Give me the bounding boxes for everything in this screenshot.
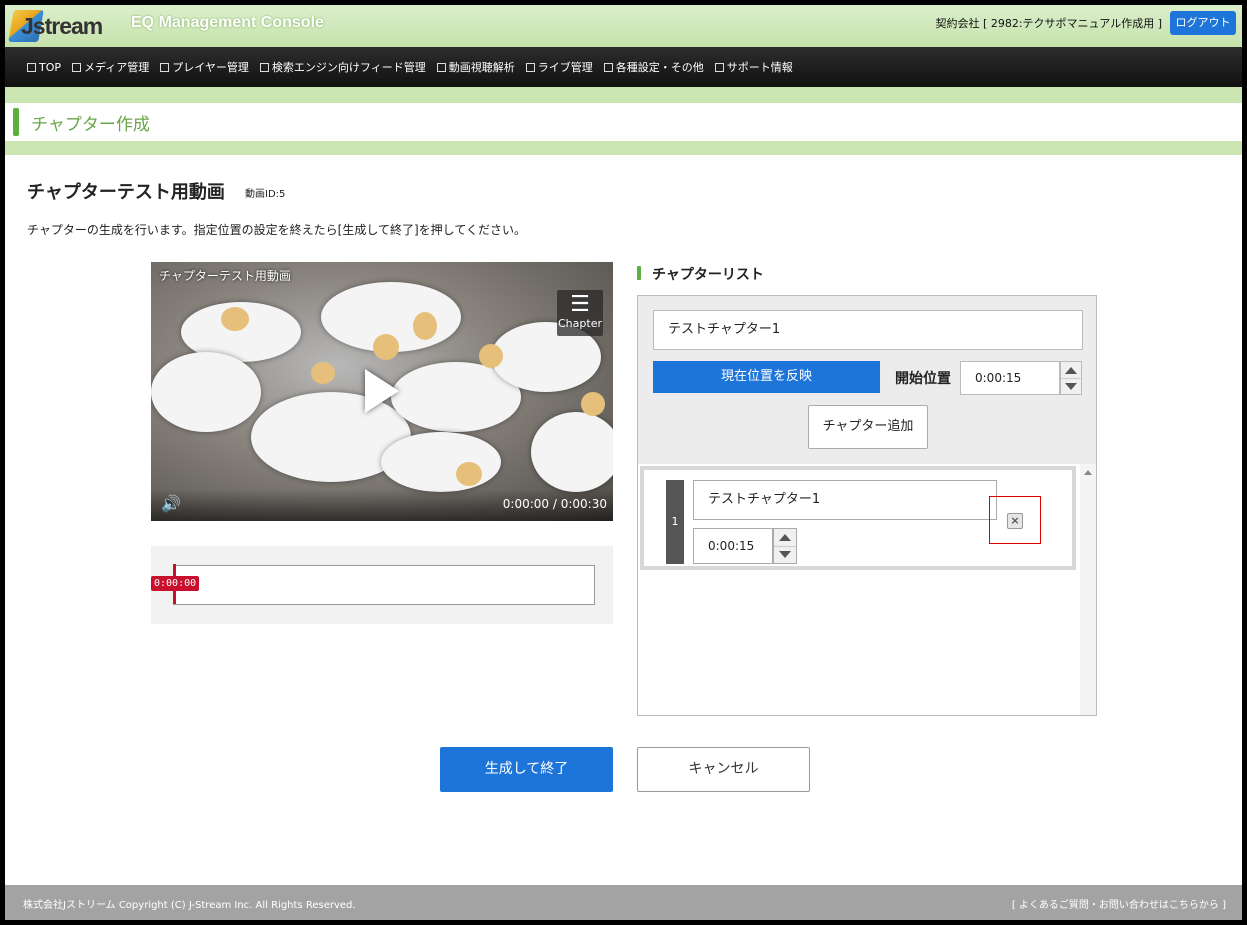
video-frame-shape xyxy=(311,362,335,384)
scroll-up-icon[interactable] xyxy=(1084,470,1092,475)
nav-item-label: メディア管理 xyxy=(84,61,150,74)
logout-button[interactable]: ログアウト xyxy=(1170,11,1236,35)
nav-check-icon xyxy=(714,62,724,72)
reflect-position-button[interactable]: 現在位置を反映 xyxy=(653,361,880,393)
nav-item-support[interactable]: サポート情報 xyxy=(714,59,793,75)
video-frame-shape xyxy=(479,344,503,368)
nav-check-icon xyxy=(525,62,535,72)
generate-and-finish-button[interactable]: 生成して終了 xyxy=(440,747,613,792)
chapter-row-time-input[interactable]: 0:00:15 xyxy=(693,528,773,564)
nav-check-icon xyxy=(259,62,269,72)
chapter-list-scrollbar[interactable] xyxy=(1080,464,1096,715)
app-window: Jstream EQ Management Console 契約会社 [ 298… xyxy=(5,5,1242,920)
nav-item-label: 検索エンジン向けフィード管理 xyxy=(271,61,426,74)
nav-check-icon xyxy=(160,62,170,72)
start-position-input[interactable]: 0:00:15 xyxy=(960,361,1060,395)
volume-icon[interactable]: 🔊 xyxy=(161,494,181,513)
header-divider xyxy=(5,87,1242,103)
play-icon[interactable] xyxy=(365,369,399,413)
increment-button[interactable] xyxy=(774,529,796,547)
chapter-name-input[interactable]: テストチャプター1 xyxy=(653,310,1083,350)
video-frame-shape xyxy=(581,392,605,416)
timeline-marker-label: 0:00:00 xyxy=(151,576,200,591)
chapter-rows-list: 1 テストチャプター1 0:00:15 × xyxy=(638,464,1080,715)
nav-item-label: TOP xyxy=(39,60,62,74)
subheader: チャプター作成 xyxy=(5,103,1242,141)
nav-check-icon xyxy=(436,62,446,72)
nav-item-player[interactable]: プレイヤー管理 xyxy=(160,59,249,75)
nav-item-analytics[interactable]: 動画視聴解析 xyxy=(436,59,515,75)
add-chapter-button[interactable]: チャプター追加 xyxy=(808,405,928,449)
arrow-up-icon xyxy=(779,534,791,541)
video-title: チャプターテスト用動画 xyxy=(159,269,291,283)
main-nav: TOP メディア管理 プレイヤー管理 検索エンジン向けフィード管理 動画視聴解析… xyxy=(5,47,1242,87)
chapter-list-panel: テストチャプター1 現在位置を反映 開始位置 0:00:15 チャプター追加 1… xyxy=(637,295,1097,716)
subheader-accent xyxy=(13,108,19,136)
nav-item-label: プレイヤー管理 xyxy=(172,61,249,74)
nav-item-label: 各種設定・その他 xyxy=(615,61,704,74)
nav-item-label: ライブ管理 xyxy=(537,61,593,74)
company-label: 契約会社 [ 2982:テクサポマニュアル作成用 ] xyxy=(935,17,1162,30)
page-description: チャプターの生成を行います。指定位置の設定を終えたら[生成して終了]を押してくだ… xyxy=(27,223,526,237)
nav-item-label: 動画視聴解析 xyxy=(448,61,515,74)
nav-item-settings[interactable]: 各種設定・その他 xyxy=(603,59,704,75)
chapter-menu-button[interactable]: ☰ Chapter xyxy=(557,290,603,336)
decrement-button[interactable] xyxy=(1061,378,1081,394)
support-link[interactable]: [ よくあるご質問・お問い合わせはこちらから ] xyxy=(1012,896,1226,911)
video-frame-shape xyxy=(413,312,437,340)
increment-button[interactable] xyxy=(1061,362,1081,379)
nav-item-media[interactable]: メディア管理 xyxy=(72,59,149,75)
chapter-list-accent xyxy=(637,266,641,280)
console-title: EQ Management Console xyxy=(131,14,324,31)
nav-item-label: サポート情報 xyxy=(726,61,793,74)
nav-check-icon xyxy=(27,62,36,72)
decrement-button[interactable] xyxy=(774,546,796,563)
video-frame-shape xyxy=(221,307,249,331)
timeline-area: 0:00:00 xyxy=(151,546,613,624)
page-title: チャプターテスト用動画 xyxy=(27,182,225,203)
chapter-row: 1 テストチャプター1 0:00:15 × xyxy=(640,466,1076,570)
chapter-label: Chapter xyxy=(558,317,602,330)
arrow-down-icon xyxy=(779,551,791,558)
arrow-up-icon xyxy=(1065,366,1077,374)
nav-item-top[interactable]: TOP xyxy=(27,61,61,74)
chapter-row-time-stepper xyxy=(773,528,797,564)
video-frame-shape xyxy=(373,334,399,360)
footer: 株式会社Jストリーム Copyright (C) J-Stream Inc. A… xyxy=(5,885,1242,920)
video-time: 0:00:00 / 0:00:30 xyxy=(502,497,607,511)
logo-text: Jstream xyxy=(21,13,103,39)
chapter-row-name-input[interactable]: テストチャプター1 xyxy=(693,480,997,520)
arrow-down-icon xyxy=(1065,382,1077,390)
nav-check-icon xyxy=(603,62,613,72)
nav-item-live[interactable]: ライブ管理 xyxy=(525,59,593,75)
video-frame-shape xyxy=(531,412,613,492)
video-id: 動画ID:5 xyxy=(245,189,286,200)
subheader-title: チャプター作成 xyxy=(31,115,150,135)
cancel-button[interactable]: キャンセル xyxy=(637,747,810,792)
timeline-track[interactable] xyxy=(173,565,595,605)
jstream-logo[interactable]: Jstream xyxy=(8,8,111,44)
video-frame-shape xyxy=(381,432,501,492)
delete-chapter-button[interactable]: × xyxy=(1007,513,1023,529)
top-header: Jstream EQ Management Console 契約会社 [ 298… xyxy=(5,5,1242,47)
copyright-text: 株式会社Jストリーム Copyright (C) J-Stream Inc. A… xyxy=(23,900,356,911)
video-frame-shape xyxy=(456,462,482,486)
nav-item-feed[interactable]: 検索エンジン向けフィード管理 xyxy=(259,59,426,75)
chapter-row-number: 1 xyxy=(666,480,684,564)
list-icon: ☰ xyxy=(570,292,590,317)
start-position-stepper xyxy=(1060,361,1082,395)
nav-check-icon xyxy=(72,62,82,72)
start-position-label: 開始位置 xyxy=(895,371,951,387)
chapter-list-title: チャプターリスト xyxy=(652,267,764,283)
subheader-divider xyxy=(5,141,1242,155)
video-player[interactable]: チャプターテスト用動画 ☰ Chapter 🔊 0:00:00 / 0:00:3… xyxy=(151,262,613,521)
video-frame-shape xyxy=(151,352,261,432)
